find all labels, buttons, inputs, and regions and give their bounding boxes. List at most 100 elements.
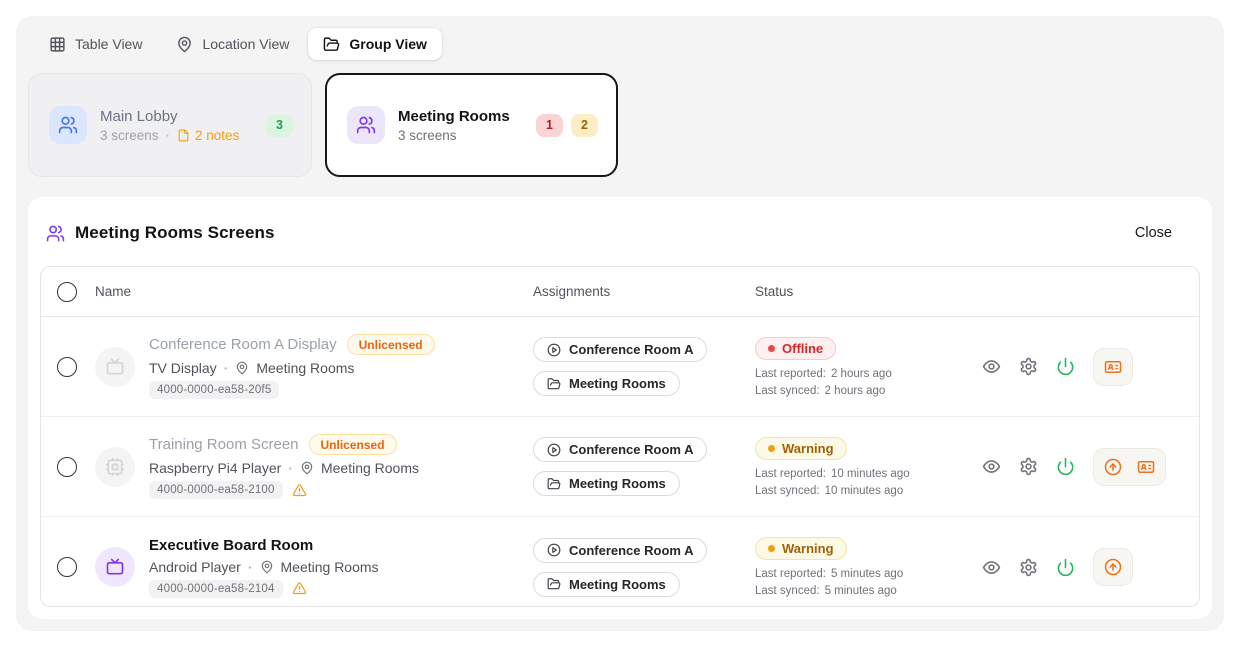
power-icon [1056,457,1075,476]
status-dot [768,445,775,452]
group-name: Meeting Rooms [398,108,510,125]
table-row: Executive Board Room Android Player · Me… [41,517,1199,607]
alert-actions-group [1093,548,1133,586]
map-pin-icon [176,36,193,53]
gear-icon [1019,357,1038,376]
last-reported-value: 5 minutes ago [831,568,903,580]
folder-open-icon [323,36,340,53]
screen-name[interactable]: Training Room Screen [149,436,299,453]
last-reported-label: Last reported: [755,468,826,480]
settings-button[interactable] [1019,357,1038,376]
eye-icon [982,558,1001,577]
id-card-icon [1104,358,1122,376]
map-pin-icon [300,461,314,475]
license-details-button[interactable] [1137,458,1155,476]
settings-button[interactable] [1019,457,1038,476]
last-reported-value: 2 hours ago [831,368,892,380]
panel-header: Meeting Rooms Screens Close [40,209,1200,247]
status-badge: Warning [755,537,847,560]
device-id: 4000-0000-ea58-20f5 [149,381,279,399]
tab-table-view[interactable]: Table View [34,28,157,60]
last-synced-label: Last synced: [755,485,820,497]
assignment-chip-group[interactable]: Meeting Rooms [533,371,680,396]
update-button[interactable] [1104,458,1122,476]
view-button[interactable] [982,558,1001,577]
tab-location-view[interactable]: Location View [161,28,304,60]
folder-open-icon [547,477,561,491]
close-button[interactable]: Close [1121,219,1186,247]
row-checkbox[interactable] [57,357,77,377]
gear-icon [1019,558,1038,577]
assignment-chip-group[interactable]: Meeting Rooms [533,572,680,597]
eye-icon [982,457,1001,476]
alert-actions-group [1093,448,1166,486]
folder-open-icon [547,377,561,391]
screen-name[interactable]: Executive Board Room [149,537,313,554]
device-id: 4000-0000-ea58-2104 [149,580,283,598]
power-icon [1056,558,1075,577]
circle-arrow-up-icon [1104,558,1122,576]
status-badge: Offline [755,337,836,360]
device-id: 4000-0000-ea58-2100 [149,481,283,499]
power-button[interactable] [1056,558,1075,577]
status-dot [768,545,775,552]
settings-button[interactable] [1019,558,1038,577]
license-details-button[interactable] [1104,358,1122,376]
last-reported-value: 10 minutes ago [831,468,910,480]
view-button[interactable] [982,357,1001,376]
tab-group-view[interactable]: Group View [308,28,442,60]
status-dot [768,345,775,352]
select-all-checkbox[interactable] [57,282,77,302]
circle-play-icon [547,543,561,557]
screens-panel: Meeting Rooms Screens Close Name Assignm… [28,197,1212,619]
cpu-device-icon [95,447,135,487]
view-button[interactable] [982,457,1001,476]
file-icon [177,129,190,142]
users-icon [347,106,385,144]
map-pin-icon [260,560,274,574]
group-card-meeting-rooms[interactable]: Meeting Rooms 3 screens 1 2 [325,73,618,177]
assignment-chip-playlist[interactable]: Conference Room A [533,538,707,563]
column-header-name: Name [95,284,533,299]
assignment-chip-playlist[interactable]: Conference Room A [533,337,707,362]
screen-name[interactable]: Conference Room A Display [149,336,337,353]
power-button[interactable] [1056,357,1075,376]
last-synced-value: 10 minutes ago [825,485,904,497]
last-synced-value: 2 hours ago [825,385,886,397]
unlicensed-badge: Unlicensed [309,434,397,455]
device-type: Android Player [149,559,241,575]
row-checkbox[interactable] [57,457,77,477]
table-header-row: Name Assignments Status [41,267,1199,317]
group-cards: Main Lobby 3 screens · 2 notes 3 [28,73,1212,177]
assignment-chip-playlist[interactable]: Conference Room A [533,437,707,462]
panel-title: Meeting Rooms Screens [75,223,275,243]
screen-location: Meeting Rooms [256,360,354,376]
view-tabs: Table View Location View Group View [34,28,1212,60]
tab-label: Table View [75,36,142,52]
tv-device-icon [95,347,135,387]
last-synced-value: 5 minutes ago [825,585,897,597]
tab-label: Group View [349,36,427,52]
group-screens-count: 3 screens [398,128,457,143]
update-button[interactable] [1104,558,1122,576]
folder-open-icon [547,577,561,591]
power-button[interactable] [1056,457,1075,476]
dot-separator: · [248,559,253,575]
group-notes[interactable]: 2 notes [177,128,239,143]
column-header-status: Status [755,284,965,299]
last-synced-label: Last synced: [755,385,820,397]
assignment-chip-group[interactable]: Meeting Rooms [533,471,680,496]
map-pin-icon [235,361,249,375]
group-screens-count: 3 screens [100,128,159,143]
group-card-main-lobby[interactable]: Main Lobby 3 screens · 2 notes 3 [28,73,312,177]
dot-separator: · [224,360,229,376]
tab-label: Location View [202,36,289,52]
last-synced-label: Last synced: [755,585,820,597]
dot-separator: · [288,460,293,476]
row-checkbox[interactable] [57,557,77,577]
circle-play-icon [547,343,561,357]
users-icon [49,106,87,144]
gear-icon [1019,457,1038,476]
dot-separator: · [166,128,171,143]
warning-count-badge: 2 [571,114,598,137]
